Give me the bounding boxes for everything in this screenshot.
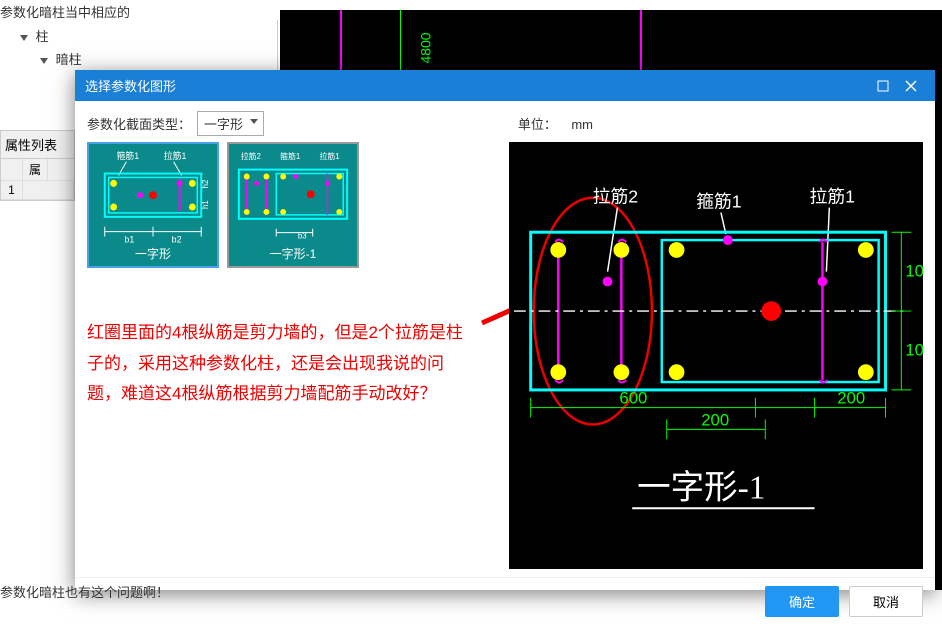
dialog-title-text: 选择参数化图形 bbox=[85, 76, 869, 95]
ok-button[interactable]: 确定 bbox=[765, 586, 839, 617]
property-cell[interactable] bbox=[23, 181, 74, 199]
dialog-footer: 确定 取消 bbox=[75, 577, 935, 627]
section-type-label: 参数化截面类型： bbox=[87, 114, 191, 133]
svg-text:100: 100 bbox=[905, 340, 923, 359]
cad-dim-text: 4800 bbox=[418, 32, 434, 63]
property-panel-title: 属性列表 bbox=[1, 131, 74, 159]
property-row-num: 1 bbox=[1, 181, 23, 199]
svg-text:100: 100 bbox=[905, 262, 923, 281]
parametric-shape-dialog: 选择参数化图形 参数化截面类型： 一字形 单位： mm 箍筋1 拉筋1 bbox=[75, 70, 935, 590]
svg-text:600: 600 bbox=[619, 389, 647, 408]
svg-text:拉筋1: 拉筋1 bbox=[320, 151, 340, 161]
tree-item-column[interactable]: 柱 bbox=[0, 24, 277, 47]
svg-text:b1: b1 bbox=[124, 234, 134, 244]
minimize-button[interactable] bbox=[869, 77, 897, 95]
svg-text:箍筋1: 箍筋1 bbox=[696, 192, 741, 212]
tree-item-label: 柱 bbox=[36, 29, 49, 44]
property-row-num-header bbox=[1, 159, 23, 180]
tree-item-hidden-column[interactable]: 暗柱 bbox=[0, 47, 277, 70]
background-header-text: 参数化暗柱当中相应的 bbox=[0, 2, 130, 21]
property-col-header: 属 bbox=[23, 159, 48, 180]
svg-text:拉筋1: 拉筋1 bbox=[810, 187, 855, 207]
svg-text:箍筋1: 箍筋1 bbox=[117, 150, 140, 161]
chevron-down-icon bbox=[40, 58, 48, 64]
thumbnail-label: 一字形 bbox=[89, 245, 217, 262]
unit-label: 单位： bbox=[518, 117, 557, 132]
svg-text:b2: b2 bbox=[172, 234, 182, 244]
property-panel: 属性列表 属 1 bbox=[0, 130, 75, 201]
dialog-toolbar: 参数化截面类型： 一字形 单位： mm bbox=[75, 101, 935, 142]
tree-item-label: 暗柱 bbox=[56, 52, 82, 67]
svg-text:拉筋2: 拉筋2 bbox=[241, 151, 261, 161]
unit-display: 单位： mm bbox=[518, 114, 593, 133]
minimize-icon bbox=[877, 80, 889, 92]
svg-text:h2: h2 bbox=[201, 180, 210, 189]
svg-text:拉筋1: 拉筋1 bbox=[164, 150, 187, 161]
svg-text:200: 200 bbox=[701, 410, 729, 429]
cancel-button[interactable]: 取消 bbox=[849, 586, 923, 617]
unit-value: mm bbox=[571, 117, 593, 132]
footer-comment: 参数化暗柱也有这个问题啊！ bbox=[0, 582, 169, 601]
chevron-down-icon bbox=[20, 35, 28, 41]
close-button[interactable] bbox=[897, 77, 925, 95]
shape-thumbnail-1[interactable]: 箍筋1 拉筋1 bbox=[87, 142, 219, 268]
svg-text:拉筋2: 拉筋2 bbox=[593, 187, 638, 207]
close-icon bbox=[905, 80, 917, 92]
shape-thumbnail-2[interactable]: 拉筋2 箍筋1 拉筋1 b3 bbox=[227, 142, 359, 268]
annotation-text: 红圈里面的4根纵筋是剪力墙的，但是2个拉筋是柱子的，采用这种参数化柱，还是会出现… bbox=[87, 318, 497, 410]
svg-text:200: 200 bbox=[837, 389, 865, 408]
svg-text:h1: h1 bbox=[201, 200, 210, 209]
thumbnail-label: 一字形-1 bbox=[229, 245, 357, 262]
preview-panel[interactable]: 拉筋2 箍筋1 拉筋1 bbox=[509, 142, 923, 569]
svg-text:一字形-1: 一字形-1 bbox=[637, 469, 765, 506]
dialog-titlebar[interactable]: 选择参数化图形 bbox=[75, 70, 935, 101]
svg-text:箍筋1: 箍筋1 bbox=[280, 151, 300, 161]
thumbnails-column: 箍筋1 拉筋1 bbox=[87, 142, 497, 569]
section-type-select[interactable]: 一字形 bbox=[197, 111, 264, 136]
